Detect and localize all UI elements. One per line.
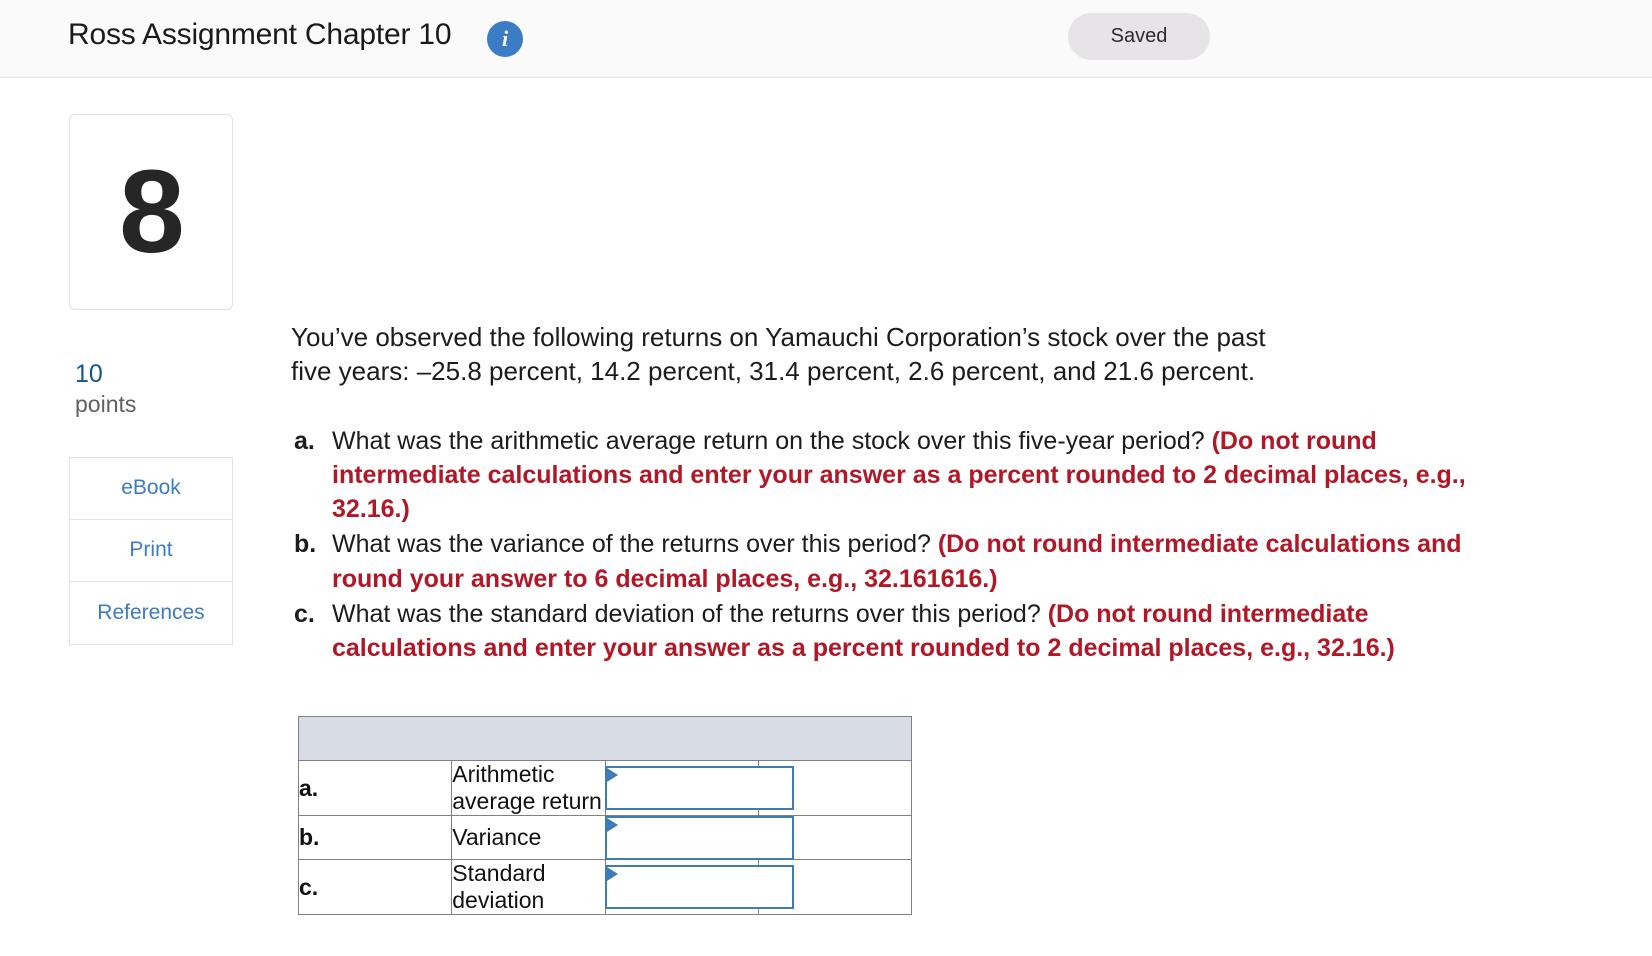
answer-table-container: a. Arithmetic average return % b. Varia bbox=[297, 716, 1581, 916]
question-content: You’ve observed the following returns on… bbox=[291, 78, 1581, 916]
row-c-input-cell[interactable] bbox=[604, 859, 794, 916]
points-value: 10 bbox=[75, 360, 103, 388]
row-b-label: Variance bbox=[451, 815, 606, 861]
answer-table-header-cell bbox=[298, 716, 912, 762]
answer-field-a[interactable] bbox=[604, 766, 794, 811]
table-row: c. Standard deviation % bbox=[297, 859, 913, 916]
part-c-letter: c. bbox=[294, 599, 315, 628]
part-c-prompt: What was the standard deviation of the r… bbox=[332, 599, 1048, 628]
question-stem: You’ve observed the following returns on… bbox=[291, 321, 1549, 389]
question-part-c: c. What was the standard deviation of th… bbox=[291, 597, 1496, 666]
part-b-prompt: What was the variance of the returns ove… bbox=[332, 530, 938, 559]
ebook-button[interactable]: eBook bbox=[70, 457, 232, 520]
part-a-text: What was the arithmetic average return o… bbox=[332, 424, 1496, 527]
row-a-letter: a. bbox=[297, 760, 453, 817]
question-stem-line-2: five years: –25.8 percent, 14.2 percent,… bbox=[291, 355, 1256, 386]
table-row: a. Arithmetic average return % bbox=[297, 760, 913, 817]
part-c-text: What was the standard deviation of the r… bbox=[332, 597, 1496, 666]
question-parts: a. What was the arithmetic average retur… bbox=[291, 424, 1496, 666]
print-button[interactable]: Print bbox=[70, 519, 232, 582]
question-number: 8 bbox=[119, 146, 185, 278]
app-header: Ross Assignment Chapter 10 i Saved bbox=[0, 0, 1652, 78]
answer-field-c[interactable] bbox=[604, 865, 794, 910]
question-number-box: 8 bbox=[69, 114, 233, 310]
references-button[interactable]: References bbox=[70, 581, 232, 644]
question-body: 8 10 points eBook Print References You’v… bbox=[0, 78, 1652, 956]
question-stem-line-1: You’ve observed the following returns on… bbox=[291, 322, 1266, 352]
row-c-letter: c. bbox=[297, 859, 453, 916]
answer-table-header-row bbox=[298, 716, 912, 762]
row-a-label: Arithmetic average return bbox=[451, 760, 606, 817]
status-badge: Saved bbox=[1068, 13, 1210, 60]
part-a-letter: a. bbox=[294, 426, 315, 455]
page-title: Ross Assignment Chapter 10 bbox=[68, 18, 452, 51]
table-row: b. Variance bbox=[297, 815, 913, 861]
info-icon[interactable]: i bbox=[487, 21, 523, 57]
row-a-input-cell[interactable] bbox=[604, 760, 794, 817]
row-c-label: Standard deviation bbox=[451, 859, 606, 916]
points-label: points bbox=[75, 390, 137, 417]
arithmetic-average-return-input[interactable] bbox=[606, 768, 792, 809]
variance-input[interactable] bbox=[606, 817, 792, 858]
question-part-b: b. What was the variance of the returns … bbox=[291, 527, 1496, 596]
part-b-letter: b. bbox=[294, 530, 317, 559]
answer-table: a. Arithmetic average return % b. Varia bbox=[297, 716, 913, 916]
standard-deviation-input[interactable] bbox=[606, 867, 792, 908]
points-block: 10 points bbox=[69, 359, 233, 418]
question-actions: eBook Print References bbox=[69, 456, 233, 645]
part-b-text: What was the variance of the returns ove… bbox=[332, 527, 1496, 596]
row-b-input-cell[interactable] bbox=[604, 815, 794, 861]
question-part-a: a. What was the arithmetic average retur… bbox=[291, 424, 1496, 527]
part-a-prompt: What was the arithmetic average return o… bbox=[332, 426, 1212, 455]
question-sidebar: 8 10 points eBook Print References bbox=[69, 114, 233, 645]
answer-field-b[interactable] bbox=[604, 815, 794, 860]
row-b-letter: b. bbox=[297, 815, 453, 861]
